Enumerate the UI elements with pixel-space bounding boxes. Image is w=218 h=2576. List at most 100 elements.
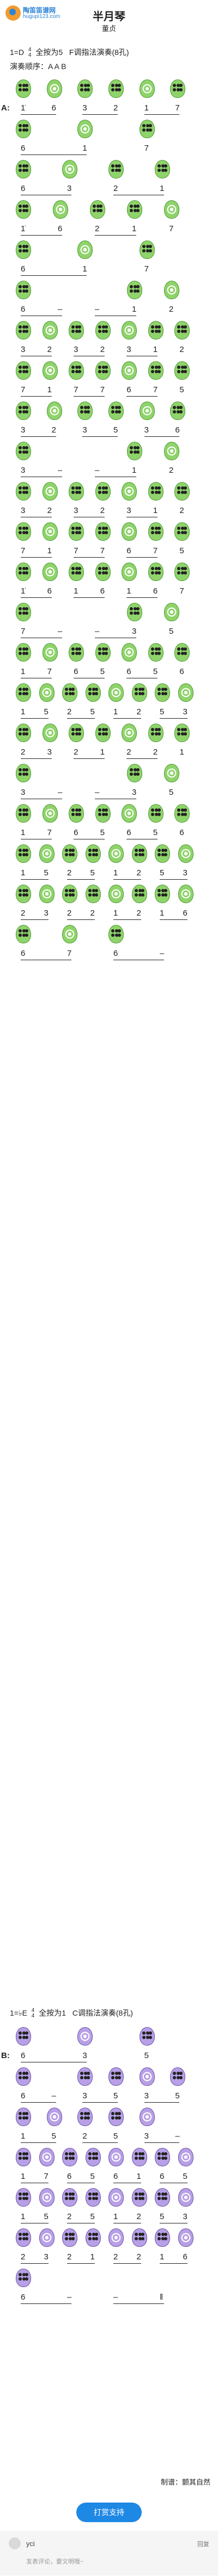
fingering-symbol-icon [45,400,64,421]
note: 7 [153,546,158,555]
fingering-symbol-icon [60,159,79,180]
notation-line: 2 3 2 1 2 2 1 6 [0,2250,218,2265]
fingering-row [0,600,218,625]
note: 1 [113,707,118,716]
fingering-symbol-icon [107,682,125,703]
note: 3 [74,345,78,354]
note: 1 [136,2172,141,2181]
beam-line [144,2142,180,2143]
beam-line [74,557,105,558]
note: 2 [51,425,56,435]
fingering-symbol-icon [162,763,181,783]
fingering-symbol-icon [177,2147,195,2167]
note: 5 [90,707,95,716]
beam-line [113,2303,164,2304]
comment-input[interactable]: 发表评论，要文明哦~ [26,2555,135,2569]
note: 1 [132,305,137,314]
notation-line: 1̇ 6 2 1 7 [0,222,218,237]
fingering-symbol-icon [41,722,59,743]
beam-line [67,919,95,920]
fingering-symbol-icon [76,119,94,139]
note: 2 [67,707,72,716]
note: – [58,627,63,636]
note: 1 [47,385,52,394]
note: 5 [179,546,184,555]
beam-line [126,557,158,558]
note: 2 [21,748,26,757]
fingering-symbol-icon [125,441,144,461]
note: 1 [21,828,26,837]
fingering-symbol-icon [120,521,138,542]
note: 3 [44,2252,49,2262]
note: 1 [113,909,118,918]
section-a: 1̇ 6 3 2 1 7 A: 6 1 7 6 3 2 1 1̇ 6 2 1 7 6 1 7 6– –1 2 3 2 3 2 3 1 2 7 1 7… [0,76,218,962]
note: 2 [153,748,158,757]
fingering-symbol-icon [120,481,138,502]
note: 5 [113,425,118,435]
composer-name: 董贞 [101,24,116,33]
section-b-header: 1=♭E 44 全按为1 C调指法演奏(8孔) [10,2007,133,2019]
time-signature: 44 [28,47,32,59]
beam-line [21,2303,71,2304]
notation-line: 7 1 7 7 6 7 5 [0,383,218,398]
note: 3 [74,506,78,515]
beam-line [160,919,187,920]
fingering-symbol-icon [153,2187,172,2208]
note: 3 [183,2212,187,2221]
fingering-symbol-icon [84,2187,102,2208]
fingering-symbol-icon [67,803,86,824]
notation-line: 1̇ 6 3 2 1 7 A: [0,101,218,116]
note: 1 [132,224,137,233]
note: 6 [179,828,184,837]
fingering-symbol-icon [14,2026,33,2047]
note: 6 [74,828,78,837]
fingering-symbol-icon [130,884,149,904]
note: 2 [179,345,184,354]
note: 2 [47,345,52,354]
beam-line [21,235,62,236]
notation-line: 3 – – 1 2 [0,464,218,479]
fingering-row [0,2265,218,2290]
note: 6 [47,586,52,596]
note: 5 [100,828,105,837]
fingering-symbol-icon [14,199,33,220]
note: 2 [136,2252,141,2262]
fingering-symbol-icon [162,441,181,461]
beam-line [21,597,52,598]
fingering-symbol-icon [76,2026,94,2047]
fingering-symbol-icon [107,924,125,944]
note: 3 [183,868,187,878]
note: 2 [113,184,118,193]
notation-line: 6 – – ‖ [0,2290,218,2306]
note: 7 [74,385,78,394]
reply-button[interactable]: 回复 [197,2540,209,2548]
note: 1 [21,2212,26,2221]
fingering-row [0,318,218,343]
note: 3 [21,345,26,354]
beam-line [21,436,56,437]
note: 5 [160,2212,165,2221]
beam-line [160,879,187,880]
note: 3 [21,466,26,475]
beam-line [21,557,52,558]
note: 1 [160,909,165,918]
note: 1 [82,144,87,153]
fingering-symbol-icon [130,2147,149,2167]
fingering-symbol-icon [14,2106,33,2127]
note: 6 [21,2091,26,2101]
note: 7 [153,385,158,394]
fingering-row [0,197,218,222]
fingering-symbol-icon [120,722,138,743]
fingering-symbol-icon [120,320,138,341]
reward-button[interactable]: 打赏支持 [76,2503,142,2522]
fingering-symbol-icon [94,360,112,381]
note: 1 [74,586,78,596]
note: 2 [67,909,72,918]
fingering-symbol-icon [14,884,33,904]
note: 2 [136,707,141,716]
beam-line [21,2263,49,2264]
note: 2 [21,2252,26,2262]
beam-line [21,2142,56,2143]
fingering-symbol-icon [120,642,138,663]
beam-line [95,235,136,236]
